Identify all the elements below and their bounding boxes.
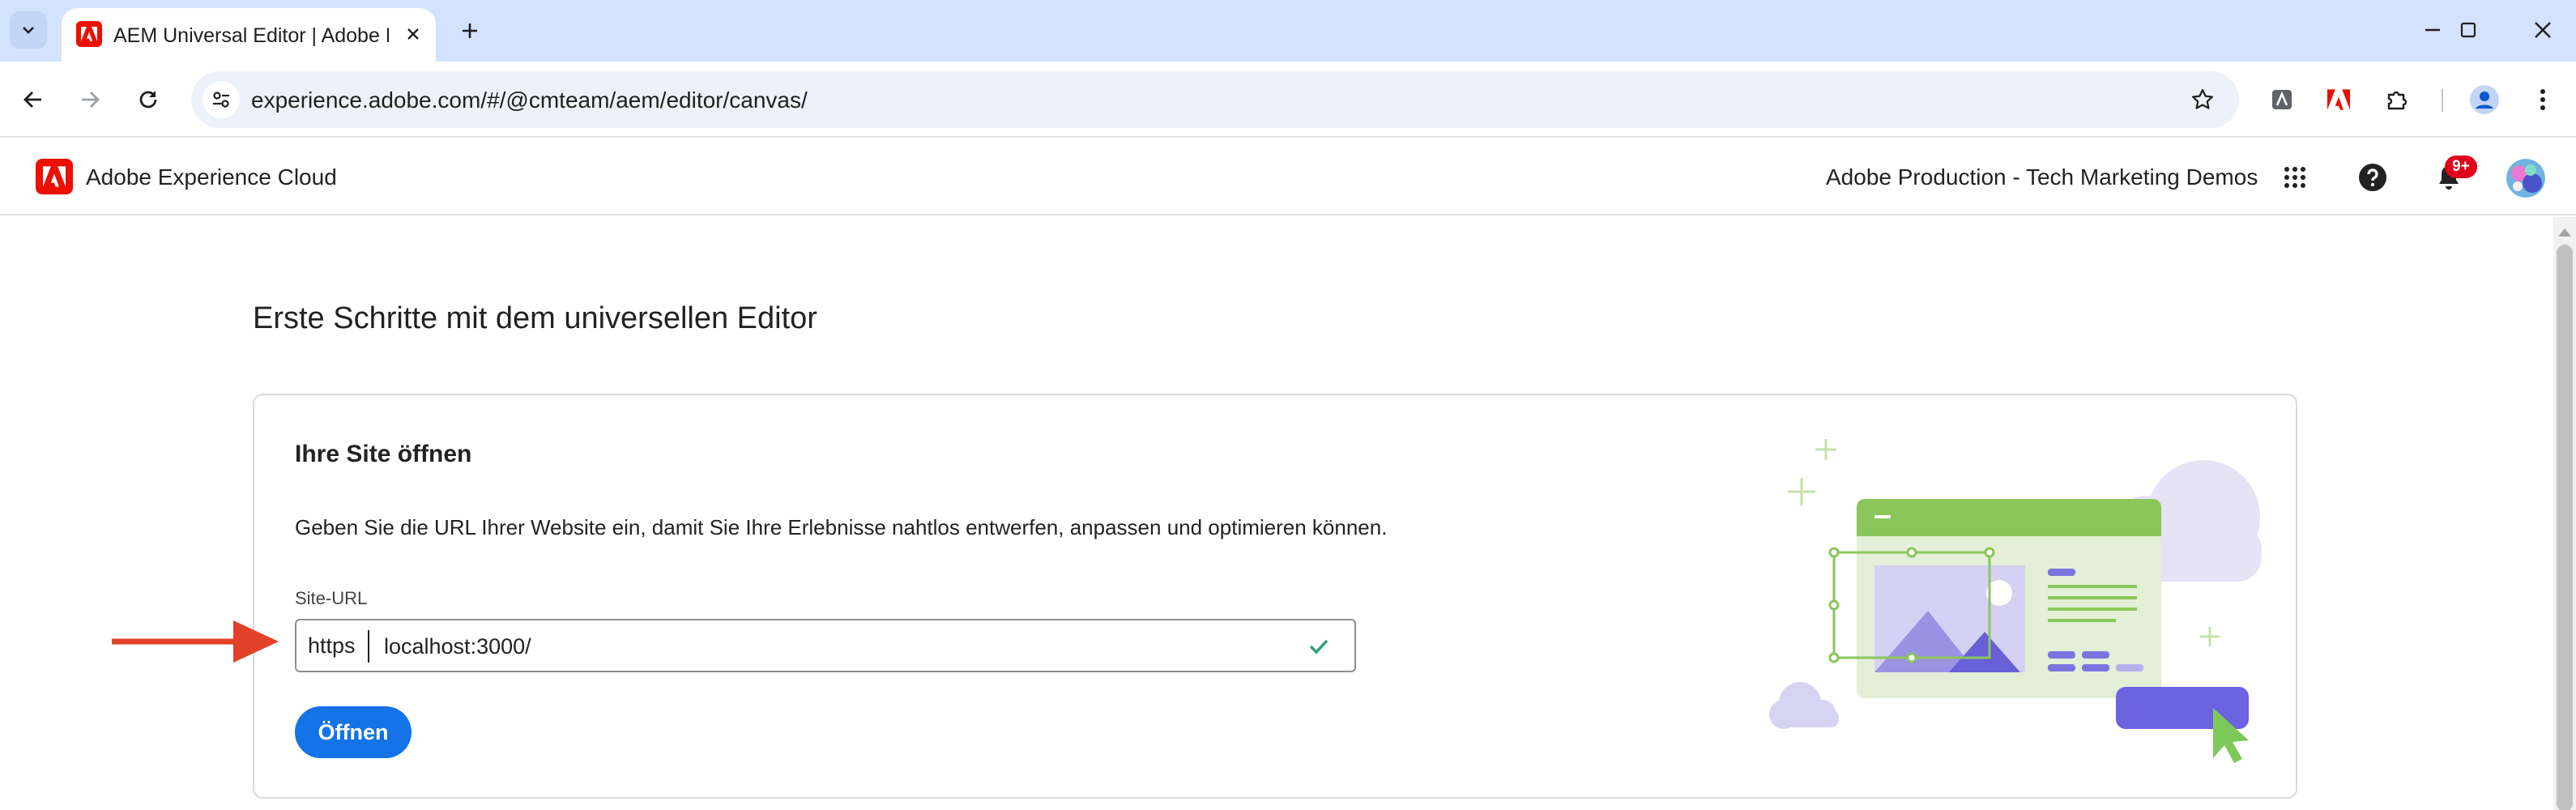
url-text[interactable]: experience.adobe.com/#/@cmteam/aem/edito…	[251, 87, 808, 113]
site-url-field[interactable]: https	[295, 619, 1356, 672]
chevron-down-icon	[23, 27, 34, 34]
site-settings-icon[interactable]	[203, 81, 240, 118]
reload-icon[interactable]	[128, 79, 168, 120]
browser-tabstrip: AEM Universal Editor | Adobe Experience …	[0, 0, 2576, 62]
tab-title: AEM Universal Editor | Adobe Experience …	[113, 24, 389, 47]
tab-list-button[interactable]	[10, 11, 47, 49]
open-button[interactable]: Öffnen	[295, 706, 412, 758]
back-icon[interactable]	[13, 79, 53, 120]
profile-icon[interactable]	[2466, 81, 2503, 118]
tab-close-icon[interactable]	[399, 19, 428, 49]
adobe-logo-icon[interactable]	[36, 159, 73, 194]
notification-count-badge: 9+	[2445, 156, 2477, 178]
kebab-menu-icon[interactable]	[2524, 81, 2561, 118]
small-cloud-icon	[1769, 682, 1839, 729]
experience-cloud-header: Adobe Experience Cloud Adobe Production …	[0, 138, 2576, 215]
user-avatar[interactable]	[2506, 159, 2545, 198]
puzzle-icon[interactable]	[2378, 81, 2416, 118]
url-scheme-prefix[interactable]: https	[308, 633, 356, 659]
webpage-mockup	[1857, 499, 2161, 698]
adobe-favicon-icon	[76, 21, 102, 47]
maximize-icon[interactable]	[2440, 11, 2497, 49]
extension-icon[interactable]	[2263, 81, 2301, 118]
valid-checkmark-icon	[1306, 633, 1332, 659]
help-icon[interactable]	[2352, 157, 2393, 198]
scroll-up-arrow-icon[interactable]	[2558, 228, 2571, 237]
star-icon[interactable]	[2184, 81, 2221, 118]
address-bar[interactable]: experience.adobe.com/#/@cmteam/aem/edito…	[191, 71, 2239, 128]
site-url-input[interactable]	[384, 629, 1283, 664]
org-switcher[interactable]: Adobe Production - Tech Marketing Demos	[1826, 164, 2258, 190]
scrollbar-thumb[interactable]	[2557, 245, 2573, 810]
acrobat-icon[interactable]	[2320, 81, 2357, 118]
close-window-icon[interactable]	[2514, 11, 2571, 49]
card-heading: Ihre Site öffnen	[295, 441, 472, 467]
annotation-arrow-icon	[112, 620, 279, 663]
scheme-divider	[368, 630, 369, 663]
brand-name[interactable]: Adobe Experience Cloud	[86, 164, 337, 190]
page-scrollbar[interactable]	[2553, 217, 2576, 810]
new-tab-plus-icon[interactable]	[452, 13, 488, 49]
toolbar-separator	[2442, 89, 2443, 112]
card-description: Geben Sie die URL Ihrer Website ein, dam…	[295, 515, 1388, 539]
editor-illustration	[1769, 439, 2262, 763]
app-switcher-grid-icon[interactable]	[2275, 157, 2315, 198]
site-url-label: Site-URL	[295, 588, 368, 608]
page-title: Erste Schritte mit dem universellen Edit…	[253, 301, 817, 335]
forward-icon[interactable]	[70, 79, 110, 120]
browser-toolbar: experience.adobe.com/#/@cmteam/aem/edito…	[0, 62, 2576, 138]
browser-tab-active[interactable]: AEM Universal Editor | Adobe Experience …	[62, 8, 436, 62]
